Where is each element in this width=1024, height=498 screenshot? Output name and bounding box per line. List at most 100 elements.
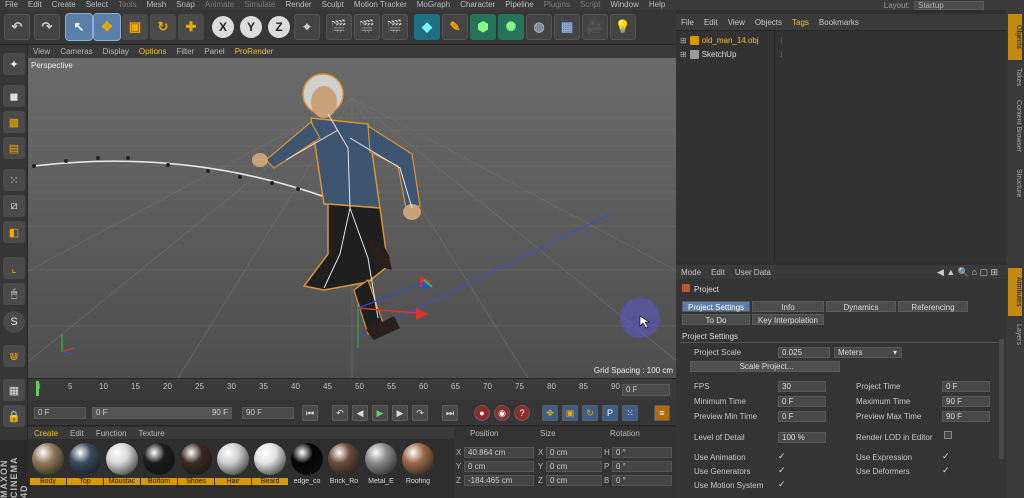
points-mode-icon[interactable]: ⁙ <box>3 169 25 191</box>
camera-icon[interactable]: 🎥 <box>582 14 608 40</box>
project-scale-field[interactable]: 0.025 <box>778 347 830 358</box>
menu-simulate[interactable]: Simulate <box>239 0 280 10</box>
go-to-start-icon[interactable]: ⏮ <box>302 405 318 421</box>
size-x-field[interactable]: 0 cm <box>546 447 602 458</box>
timeline-ruler[interactable]: 0 5 10 15 20 25 30 35 40 45 50 55 60 65 … <box>28 378 676 400</box>
tab-info[interactable]: Info <box>752 301 824 312</box>
menu-character[interactable]: Character <box>455 0 500 10</box>
preview-min-time-field[interactable]: 0 F <box>778 411 826 422</box>
y-axis-lock-icon[interactable]: Y <box>240 16 262 38</box>
make-editable-icon[interactable]: ✦ <box>3 53 25 75</box>
playhead[interactable] <box>36 381 39 396</box>
preview-max-time-field[interactable]: 90 F <box>942 411 990 422</box>
timeline-window-icon[interactable]: ≡ <box>654 405 670 421</box>
side-tab-attributes[interactable]: Attributes <box>1008 268 1022 316</box>
viewport-menu-filter[interactable]: Filter <box>171 47 199 56</box>
attributes-scrollbar[interactable] <box>999 339 1004 459</box>
rotation-p-field[interactable]: 0 ° <box>612 461 672 472</box>
rotation-h-field[interactable]: 0 ° <box>612 447 672 458</box>
preview-range-slider[interactable]: 0 F 90 F <box>92 407 232 419</box>
viewport-menu-cameras[interactable]: Cameras <box>55 47 97 56</box>
side-tab-layers[interactable]: Layers <box>1008 320 1022 350</box>
menu-tools[interactable]: Tools <box>113 0 142 10</box>
material-swatch[interactable]: Roofing <box>401 443 435 489</box>
perspective-viewport[interactable]: Perspective Grid Spacing : 100 cm <box>28 58 676 378</box>
menu-pipeline[interactable]: Pipeline <box>500 0 538 10</box>
expand-icon[interactable]: ⊞ <box>680 36 687 45</box>
prev-key-icon[interactable]: ↶ <box>332 405 348 421</box>
workplane-icon[interactable]: ▤ <box>3 137 25 159</box>
key-parameter-icon[interactable]: P <box>602 405 618 421</box>
minimum-time-field[interactable]: 0 F <box>778 396 826 407</box>
size-z-field[interactable]: 0 cm <box>546 475 602 486</box>
floor-icon[interactable]: ▦ <box>554 14 580 40</box>
tab-dynamics[interactable]: Dynamics <box>826 301 896 312</box>
viewport-menu-display[interactable]: Display <box>98 47 134 56</box>
x-axis-lock-icon[interactable]: X <box>212 16 234 38</box>
menu-mesh[interactable]: Mesh <box>142 0 172 10</box>
use-motion-system-checkbox[interactable]: ✓ <box>778 479 786 490</box>
object-row[interactable]: ⊞ old_man_14.obj ⁝ <box>680 36 783 45</box>
menu-mograph[interactable]: MoGraph <box>412 0 455 10</box>
key-position-icon[interactable]: ✥ <box>542 405 558 421</box>
side-tab-takes[interactable]: Takes <box>1008 64 1022 90</box>
play-icon[interactable]: ▶ <box>372 405 388 421</box>
material-menu-create[interactable]: Create <box>28 429 64 438</box>
viewport-menu-prorender[interactable]: ProRender <box>230 47 279 56</box>
cube-icon[interactable]: ◆ <box>414 14 440 40</box>
material-swatch[interactable]: Body <box>30 443 66 489</box>
menu-select[interactable]: Select <box>81 0 113 10</box>
menu-create[interactable]: Create <box>47 0 81 10</box>
material-menu-edit[interactable]: Edit <box>64 429 90 438</box>
snap-icon[interactable]: S <box>3 311 25 333</box>
attr-menu-user-data[interactable]: User Data <box>730 268 776 277</box>
material-swatch[interactable]: Hair <box>215 443 251 489</box>
material-menu-texture[interactable]: Texture <box>133 429 171 438</box>
scale-project-button[interactable]: Scale Project... <box>690 361 840 372</box>
polygons-mode-icon[interactable]: ◧ <box>3 221 25 243</box>
scale-tool-icon[interactable]: ▣ <box>122 14 148 40</box>
menu-render[interactable]: Render <box>280 0 316 10</box>
tab-to-do[interactable]: To Do <box>682 314 750 325</box>
prev-frame-icon[interactable]: ◀ <box>352 405 368 421</box>
z-axis-lock-icon[interactable]: Z <box>268 16 290 38</box>
key-pla-icon[interactable]: ⁙ <box>622 405 638 421</box>
coordinate-system-icon[interactable]: ⌖ <box>294 14 320 40</box>
menu-snap[interactable]: Snap <box>171 0 200 10</box>
menu-script[interactable]: Script <box>575 0 605 10</box>
edges-mode-icon[interactable]: ⧄ <box>3 195 25 217</box>
use-deformers-checkbox[interactable]: ✓ <box>942 465 950 476</box>
layout-dropdown[interactable]: Startup <box>914 0 984 10</box>
side-tab-content-browser[interactable]: Content Browser <box>1008 94 1022 158</box>
live-selection-icon[interactable]: ↖ <box>65 13 93 41</box>
render-settings-icon[interactable]: 🎬 <box>382 14 408 40</box>
magnet-icon[interactable]: ⋓ <box>3 345 25 367</box>
maximum-time-field[interactable]: 90 F <box>942 396 990 407</box>
subdivision-icon[interactable]: ⬢ <box>470 14 496 40</box>
axis-mode-icon[interactable]: ⌞ <box>3 257 25 279</box>
pen-spline-icon[interactable]: ✎ <box>442 14 468 40</box>
material-swatch[interactable]: Metal_E <box>364 443 398 489</box>
add-tool-icon[interactable]: ✚ <box>178 14 204 40</box>
key-rotation-icon[interactable]: ↻ <box>582 405 598 421</box>
object-menu-tags[interactable]: Tags <box>787 18 814 27</box>
render-lod-checkbox[interactable] <box>944 431 952 439</box>
rotation-b-field[interactable]: 0 ° <box>612 475 672 486</box>
lock-workplane-icon[interactable]: 🔒 <box>3 405 25 427</box>
use-generators-checkbox[interactable]: ✓ <box>778 465 786 476</box>
side-tab-objects[interactable]: Objects <box>1008 14 1022 60</box>
side-tab-structure[interactable]: Structure <box>1008 162 1022 204</box>
menu-sculpt[interactable]: Sculpt <box>317 0 349 10</box>
menu-motion-tracker[interactable]: Motion Tracker <box>349 0 412 10</box>
grid-snap-icon[interactable]: ▦ <box>3 379 25 401</box>
material-swatch[interactable]: Moustac <box>104 443 140 489</box>
object-menu-objects[interactable]: Objects <box>750 18 787 27</box>
viewport-menu-panel[interactable]: Panel <box>199 47 229 56</box>
autokey-icon[interactable]: ◉ <box>494 405 510 421</box>
render-view-icon[interactable]: 🎬 <box>326 14 352 40</box>
project-scale-unit-dropdown[interactable]: Meters ▾ <box>834 347 902 358</box>
end-frame-field[interactable]: 90 F <box>242 407 294 419</box>
menu-help[interactable]: Help <box>644 0 670 10</box>
next-key-icon[interactable]: ↷ <box>412 405 428 421</box>
material-menu-function[interactable]: Function <box>90 429 133 438</box>
